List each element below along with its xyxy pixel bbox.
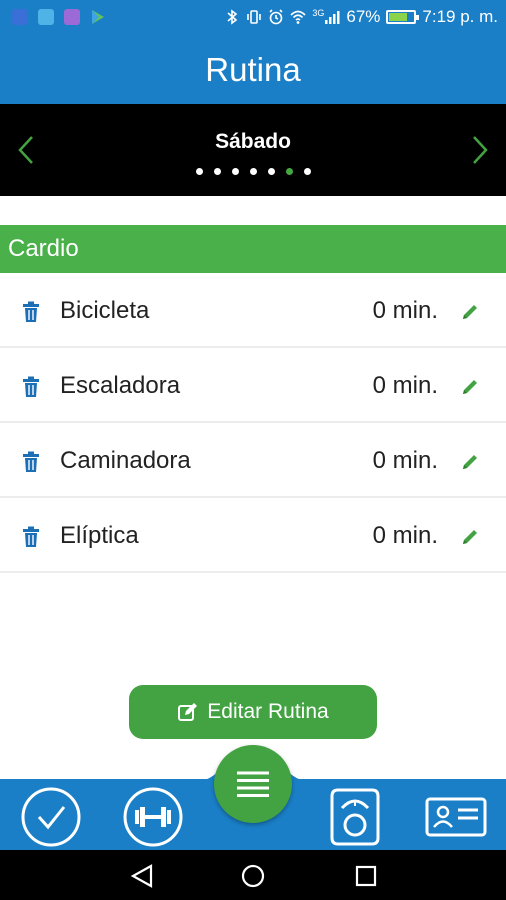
exercise-name: Escaladora: [60, 372, 181, 399]
exercise-duration: 0 min.: [372, 297, 438, 324]
pencil-icon[interactable]: [460, 527, 480, 547]
page-dot: [195, 168, 203, 175]
app-icon: [12, 9, 28, 25]
wifi-icon: [290, 10, 306, 24]
check-icon[interactable]: [20, 786, 82, 848]
page-dot: [267, 168, 275, 175]
list-item: Bicicleta 0 min.: [0, 273, 506, 348]
status-bar: 3G 67% 7:19 p. m.: [0, 0, 506, 36]
pencil-icon[interactable]: [460, 452, 480, 472]
day-title: Sábado: [215, 130, 291, 153]
edit-routine-button[interactable]: Editar Rutina: [129, 685, 377, 739]
battery-level-fill: [389, 13, 407, 21]
scale-icon[interactable]: [324, 786, 386, 848]
section-title: Cardio: [8, 235, 79, 262]
page-dot: [285, 168, 293, 175]
battery-percent: 67%: [346, 7, 381, 26]
edit-icon: [178, 703, 198, 721]
trash-icon[interactable]: [22, 451, 40, 473]
clock: 7:19 p. m.: [422, 7, 498, 26]
home-icon[interactable]: [240, 863, 266, 889]
exercise-duration: 0 min.: [372, 522, 438, 549]
dumbbell-icon[interactable]: [122, 786, 184, 848]
pencil-icon[interactable]: [460, 377, 480, 397]
signal-icon: [325, 11, 340, 24]
section-header: Cardio: [0, 225, 506, 273]
alarm-icon: [269, 9, 283, 25]
trash-icon[interactable]: [22, 301, 40, 323]
pencil-icon[interactable]: [460, 302, 480, 322]
page-dot: [231, 168, 239, 175]
page-dot: [249, 168, 257, 175]
list-item: Escaladora 0 min.: [0, 348, 506, 423]
chevron-right-icon[interactable]: [468, 134, 492, 166]
list-item: Elíptica 0 min.: [0, 498, 506, 573]
exercise-name: Bicicleta: [60, 297, 150, 324]
page-title: Rutina: [205, 51, 301, 88]
app-icon: [64, 9, 80, 25]
play-store-icon: [92, 10, 104, 24]
day-navigation: Sábado: [0, 104, 506, 196]
exercise-name: Elíptica: [60, 522, 139, 549]
page-dot: [213, 168, 221, 175]
exercise-list: Bicicleta 0 min. Escaladora 0 min. Camin…: [0, 273, 506, 573]
menu-button[interactable]: [214, 745, 292, 823]
menu-icon: [237, 771, 269, 797]
app-icon: [38, 9, 54, 25]
exercise-duration: 0 min.: [372, 447, 438, 474]
list-item: Caminadora 0 min.: [0, 423, 506, 498]
exercise-duration: 0 min.: [372, 372, 438, 399]
recents-icon[interactable]: [353, 863, 379, 889]
network-type-label: 3G: [312, 8, 325, 18]
id-card-icon[interactable]: [424, 786, 488, 848]
bluetooth-icon: [227, 9, 238, 25]
app-bar: Rutina: [0, 36, 506, 104]
trash-icon[interactable]: [22, 376, 40, 398]
exercise-name: Caminadora: [60, 447, 191, 474]
system-nav-bar: [0, 850, 506, 900]
page-indicator: [0, 168, 506, 175]
battery-icon: [386, 10, 420, 24]
edit-routine-label: Editar Rutina: [207, 700, 329, 723]
page-dot: [303, 168, 311, 175]
trash-icon[interactable]: [22, 526, 40, 548]
vibrate-icon: [247, 10, 262, 24]
back-icon[interactable]: [129, 863, 155, 889]
